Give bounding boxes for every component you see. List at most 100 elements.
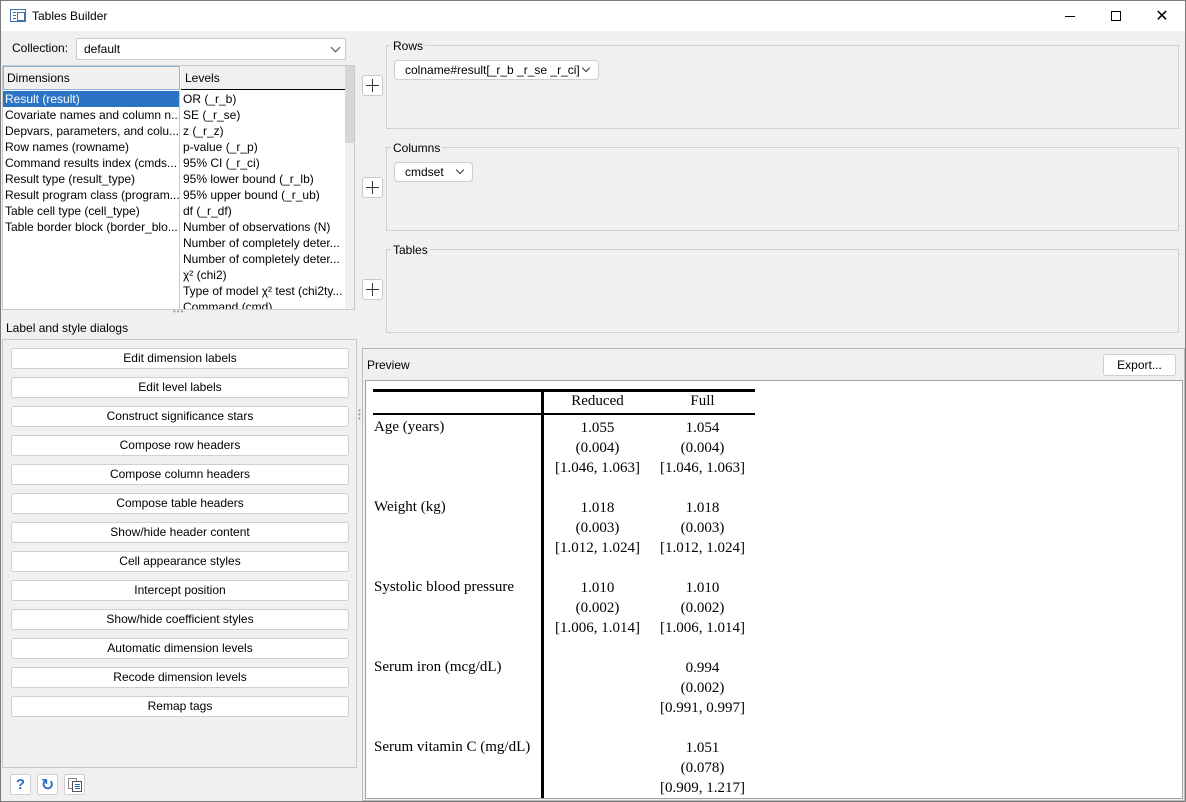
ci-cell: [1.006, 1.014] (660, 620, 745, 636)
close-button[interactable]: ✕ (1139, 1, 1185, 31)
level-item[interactable]: df (_r_df) (181, 203, 345, 219)
estimate-cell: 0.994 (685, 660, 720, 676)
se-cell: (0.002) (575, 600, 620, 616)
ci-cell: [1.012, 1.024] (555, 540, 640, 556)
ci-cell: [1.046, 1.063] (660, 460, 745, 476)
column-header: Full (690, 393, 715, 409)
export-button[interactable]: Export... (1103, 354, 1176, 376)
column-header: Reduced (571, 393, 624, 409)
tables-builder-window: Tables Builder ✕ Collection: default Dim… (0, 0, 1186, 802)
levels-scrollbar[interactable] (345, 66, 354, 309)
minimize-button[interactable] (1047, 1, 1093, 31)
tables-group-label: Tables (391, 243, 430, 257)
levels-header[interactable]: Levels (181, 66, 345, 90)
estimate-cell: 1.051 (685, 740, 720, 756)
level-item[interactable]: Type of model χ² test (chi2ty... (181, 283, 345, 299)
compose-table-headers-button[interactable]: Compose table headers (11, 493, 349, 514)
se-cell: (0.003) (575, 520, 620, 536)
dimension-item[interactable]: Covariate names and column n... (3, 107, 179, 123)
level-item[interactable]: χ² (chi2) (181, 267, 345, 283)
level-item[interactable]: Number of completely deter... (181, 251, 345, 267)
collection-dropdown[interactable]: default (76, 38, 346, 60)
dimension-item[interactable]: Command results index (cmds... (3, 155, 179, 171)
table-stub-rule (541, 389, 544, 798)
intercept-position-button[interactable]: Intercept position (11, 580, 349, 601)
add-rows-button[interactable] (362, 75, 383, 96)
estimate-cell: 1.054 (685, 420, 720, 436)
estimate-cell: 1.018 (685, 500, 720, 516)
edit-level-labels-button[interactable]: Edit level labels (11, 377, 349, 398)
copy-icon (67, 777, 82, 792)
level-item[interactable]: 95% lower bound (_r_lb) (181, 171, 345, 187)
refresh-button[interactable]: ↻ (37, 774, 58, 795)
level-item[interactable]: 95% CI (_r_ci) (181, 155, 345, 171)
estimate-cell: 1.010 (685, 580, 720, 596)
row-label: Age (years) (374, 419, 445, 435)
preview-canvas: Reduced Full Age (years) 1.055 (0.004) [1.0… (365, 380, 1183, 799)
dimension-item[interactable]: Depvars, parameters, and colu... (3, 123, 179, 139)
refresh-icon: ↻ (40, 776, 55, 794)
level-item[interactable]: z (_r_z) (181, 123, 345, 139)
dimensions-levels-list: Dimensions Levels Result (result) Covaria… (2, 65, 355, 310)
show-hide-coefficient-styles-button[interactable]: Show/hide coefficient styles (11, 609, 349, 630)
window-title: Tables Builder (32, 9, 108, 23)
vertical-splitter-handle[interactable]: • • • (358, 407, 361, 423)
level-item[interactable]: SE (_r_se) (181, 107, 345, 123)
ci-cell: [0.909, 1.217] (660, 780, 745, 796)
preview-label: Preview (367, 358, 410, 372)
show-hide-header-content-button[interactable]: Show/hide header content (11, 522, 349, 543)
dimensions-list: Result (result) Covariate names and colum… (3, 91, 180, 309)
level-item[interactable]: p-value (_r_p) (181, 139, 345, 155)
scrollbar-thumb[interactable] (345, 66, 354, 143)
cell-appearance-styles-button[interactable]: Cell appearance styles (11, 551, 349, 572)
se-cell: (0.078) (680, 760, 725, 776)
se-cell: (0.002) (680, 600, 725, 616)
rows-pill-label: colname#result[_r_b _r_se _r_ci] (405, 63, 580, 77)
add-tables-button[interactable] (362, 279, 383, 300)
automatic-dimension-levels-button[interactable]: Automatic dimension levels (11, 638, 349, 659)
chevron-down-icon (330, 42, 341, 53)
estimate-cell: 1.010 (580, 580, 615, 596)
level-item[interactable]: 95% upper bound (_r_ub) (181, 187, 345, 203)
columns-group (386, 147, 1179, 231)
compose-row-headers-button[interactable]: Compose row headers (11, 435, 349, 456)
chevron-down-icon (455, 165, 465, 175)
remap-tags-button[interactable]: Remap tags (11, 696, 349, 717)
horizontal-splitter-handle[interactable]: ••• (173, 308, 187, 316)
construct-significance-stars-button[interactable]: Construct significance stars (11, 406, 349, 427)
compose-column-headers-button[interactable]: Compose column headers (11, 464, 349, 485)
rows-group (386, 45, 1179, 129)
level-item[interactable]: OR (_r_b) (181, 91, 345, 107)
dimension-item[interactable]: Result program class (program... (3, 187, 179, 203)
dimension-item[interactable]: Result type (result_type) (3, 171, 179, 187)
dimension-item[interactable]: Table border block (border_blo... (3, 219, 179, 235)
app-table-icon (10, 9, 26, 22)
estimate-cell: 1.018 (580, 500, 615, 516)
help-button[interactable]: ? (10, 774, 31, 795)
dimension-item[interactable]: Table cell type (cell_type) (3, 203, 179, 219)
level-item[interactable]: Number of observations (N) (181, 219, 345, 235)
row-label: Systolic blood pressure (374, 579, 514, 595)
levels-list: OR (_r_b) SE (_r_se) z (_r_z) p-value (_r_p… (181, 91, 345, 309)
rows-group-label: Rows (391, 39, 426, 53)
edit-dimension-labels-button[interactable]: Edit dimension labels (11, 348, 349, 369)
collection-label: Collection: (12, 41, 69, 55)
rows-dimension-pill[interactable]: colname#result[_r_b _r_se _r_ci] (394, 60, 599, 80)
se-cell: (0.004) (575, 440, 620, 456)
dimensions-header[interactable]: Dimensions (3, 66, 180, 90)
maximize-button[interactable] (1093, 1, 1139, 31)
se-cell: (0.002) (680, 680, 725, 696)
dimension-item[interactable]: Row names (rowname) (3, 139, 179, 155)
close-icon: ✕ (1155, 8, 1169, 25)
add-columns-button[interactable] (362, 177, 383, 198)
level-item[interactable]: Command (cmd) (181, 299, 345, 309)
estimate-cell: 1.055 (580, 420, 615, 436)
row-label: Serum iron (mcg/dL) (374, 659, 502, 675)
maximize-icon (1111, 11, 1121, 21)
columns-dimension-pill[interactable]: cmdset (394, 162, 473, 182)
recode-dimension-levels-button[interactable]: Recode dimension levels (11, 667, 349, 688)
ci-cell: [1.006, 1.014] (555, 620, 640, 636)
level-item[interactable]: Number of completely deter... (181, 235, 345, 251)
dimension-item[interactable]: Result (result) (3, 91, 179, 107)
copy-button[interactable] (64, 774, 85, 795)
